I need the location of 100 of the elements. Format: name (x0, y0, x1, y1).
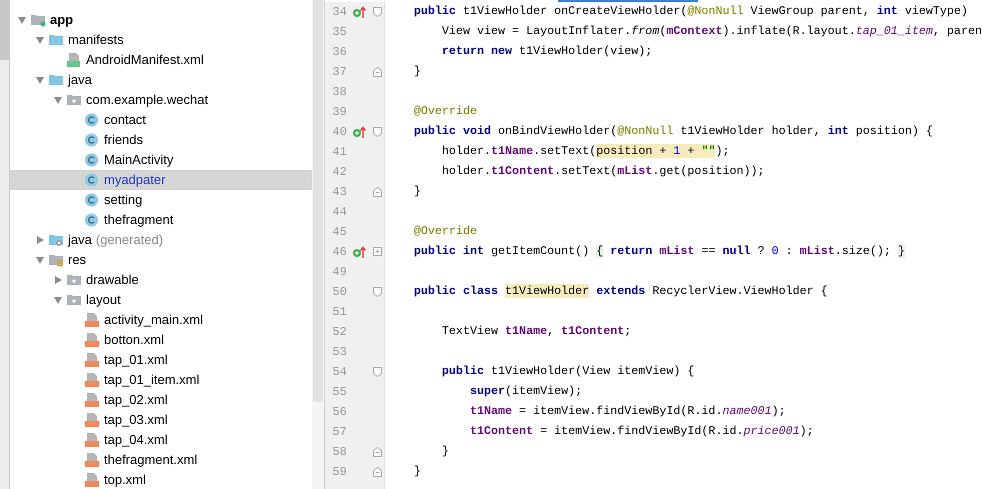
manifest-file-icon (66, 52, 82, 68)
code-line: return new t1ViewHolder(view); (440, 43, 652, 60)
override-marker-icon[interactable] (352, 245, 366, 259)
tree-item[interactable]: tap_03.xml (10, 410, 312, 430)
fold-icon[interactable] (372, 446, 383, 458)
line-number: 39 (331, 104, 347, 121)
line-number: 55 (331, 384, 347, 401)
tree-item[interactable]: tap_01.xml (10, 350, 312, 370)
class-icon (84, 172, 100, 188)
code-line: } (412, 463, 421, 480)
code-line: } (412, 63, 421, 80)
tree-item[interactable]: java (generated) (10, 230, 312, 250)
generated-folder-icon (48, 232, 64, 248)
code-line: holder.t1Name.setText(position + 1 + ""); (440, 143, 730, 160)
layout-file-icon (84, 472, 100, 488)
line-number: 52 (331, 324, 347, 341)
code-line: } (412, 183, 421, 200)
tree-item[interactable]: drawable (10, 270, 312, 290)
code-line: public int getItemCount() { return mList == null ? 0 : mList.size(); } (412, 243, 905, 260)
tree-item[interactable]: AndroidManifest.xml (10, 50, 312, 70)
line-number: 43 (331, 184, 347, 201)
line-number: 53 (331, 344, 347, 361)
layout-file-icon (84, 372, 100, 388)
tree-item[interactable]: thefragment (10, 210, 312, 230)
fold-icon[interactable] (372, 6, 383, 18)
module-folder-icon (30, 12, 46, 28)
line-number: 38 (331, 84, 347, 101)
tree-item[interactable]: top.xml (10, 470, 312, 489)
line-number: 49 (331, 264, 347, 281)
code-line: holder.t1Content.setText(mList.get(position)); (440, 163, 765, 180)
line-number: 57 (331, 424, 347, 441)
tree-item[interactable]: friends (10, 130, 312, 150)
tree-item[interactable]: tap_02.xml (10, 390, 312, 410)
tree-item[interactable]: activity_main.xml (10, 310, 312, 330)
tree-item[interactable]: setting (10, 190, 312, 210)
tree-item[interactable]: tap_04.xml (10, 430, 312, 450)
collapsed-arrow-icon[interactable] (53, 275, 63, 285)
tree-item[interactable]: botton.xml (10, 330, 312, 350)
layout-file-icon (84, 452, 100, 468)
line-number: 36 (331, 44, 347, 61)
line-number: 56 (331, 404, 347, 421)
code-line: public t1ViewHolder onCreateViewHolder(@NonNull ViewGroup parent, int viewType) (412, 3, 968, 20)
code-line: @Override (412, 103, 477, 120)
resource-folder-icon (48, 252, 64, 268)
class-icon (84, 152, 100, 168)
code-line: } (440, 443, 449, 460)
line-number: 37 (331, 64, 347, 81)
line-number: 34 (331, 4, 347, 21)
code-line: TextView t1Name, t1Content; (440, 323, 632, 340)
code-line: public class t1ViewHolder extends RecyclerView.ViewHolder { (412, 283, 828, 300)
tree-item[interactable]: com.example.wechat (10, 90, 312, 110)
line-number: 54 (331, 364, 347, 381)
line-number: 50 (331, 284, 347, 301)
fold-icon[interactable] (372, 126, 383, 138)
line-number: 59 (331, 464, 347, 481)
fold-icon[interactable] (372, 466, 383, 478)
line-number: 41 (331, 144, 347, 161)
tree-item[interactable]: manifests (10, 30, 312, 50)
package-folder-icon (66, 292, 82, 308)
tree-item[interactable]: myadpater (10, 170, 312, 190)
line-number: 42 (331, 164, 347, 181)
expand-fold-icon[interactable] (372, 246, 383, 258)
line-number: 46 (331, 244, 347, 261)
code-line: super(itemView); (468, 383, 582, 400)
class-icon (84, 112, 100, 128)
tree-item[interactable]: res (10, 250, 312, 270)
fold-icon[interactable] (372, 186, 383, 198)
folder-icon (48, 32, 64, 48)
override-marker-icon[interactable] (352, 5, 366, 19)
line-number: 44 (331, 204, 347, 221)
code-line: t1Content = itemView.findViewById(R.id.price001); (468, 423, 814, 440)
package-folder-icon (66, 272, 82, 288)
line-number: 35 (331, 24, 347, 41)
tree-item-note: (generated) (96, 231, 164, 250)
class-icon (84, 212, 100, 228)
expanded-arrow-icon[interactable] (53, 295, 63, 305)
code-line: t1Name = itemView.findViewById(R.id.name001); (468, 403, 786, 420)
scrollbar-thumb[interactable] (312, 0, 323, 402)
tree-item[interactable]: contact (10, 110, 312, 130)
folder-icon (48, 72, 64, 88)
layout-file-icon (84, 432, 100, 448)
class-icon (84, 132, 100, 148)
layout-file-icon (84, 352, 100, 368)
tree-item[interactable]: MainActivity (10, 150, 312, 170)
tree-item[interactable]: thefragment.xml (10, 450, 312, 470)
expanded-arrow-icon[interactable] (35, 255, 45, 265)
fold-icon[interactable] (372, 366, 383, 378)
class-icon (84, 192, 100, 208)
line-number: 51 (331, 304, 347, 321)
override-marker-icon[interactable] (352, 125, 366, 139)
tree-item[interactable]: tap_01_item.xml (10, 370, 312, 390)
tree-item[interactable]: layout (10, 290, 312, 310)
collapsed-arrow-icon[interactable] (35, 235, 45, 245)
line-number: 58 (331, 444, 347, 461)
tree-item[interactable]: app (10, 10, 312, 30)
fold-icon[interactable] (372, 286, 383, 298)
layout-file-icon (84, 332, 100, 348)
layout-file-icon (84, 392, 100, 408)
fold-icon[interactable] (372, 66, 383, 78)
tree-item[interactable]: java (10, 70, 312, 90)
